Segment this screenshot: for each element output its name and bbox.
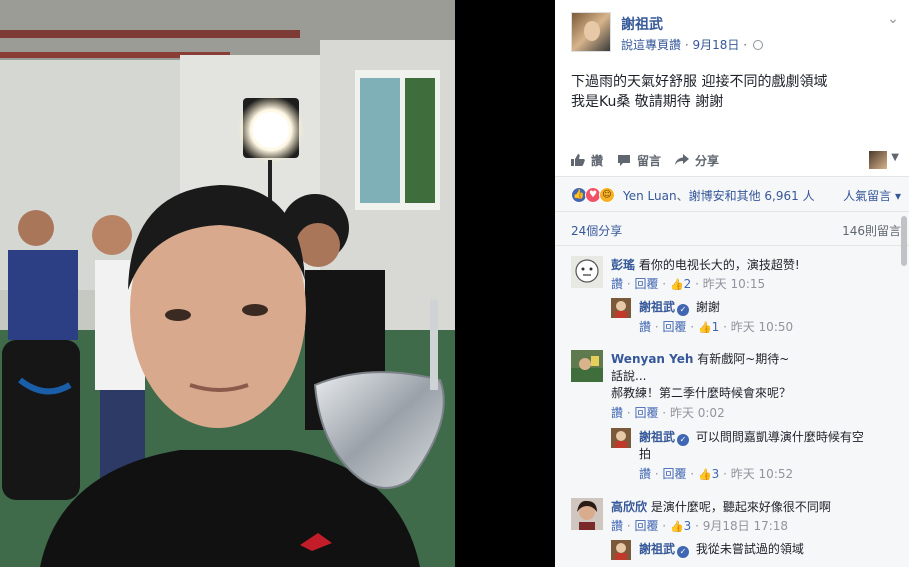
comments-list: 彭瑤 看你的电视长大的，演技超赞! 讚 · 回覆 · 👍2 · 昨天 10:15… [555, 246, 909, 567]
reply-author-name[interactable]: 謝祖武 [639, 300, 675, 314]
reply-text-line: 拍 [639, 447, 652, 461]
comments-scrollbar[interactable] [901, 216, 907, 266]
comment-text: 有新戲阿~期待~ [697, 352, 790, 366]
reply-actions: 讚 · 回覆 · 👍1 · 昨天 10:50 [639, 320, 794, 334]
comment-count[interactable]: 146則留言 [842, 222, 901, 239]
counts-bar: 24個分享 146則留言 [555, 212, 909, 246]
commenter-avatar[interactable] [571, 256, 603, 288]
comment-item: 彭瑤 看你的电视长大的，演技超赞! 讚 · 回覆 · 👍2 · 昨天 10:15… [571, 256, 901, 336]
thumbs-up-icon: 👍 [697, 321, 712, 334]
reaction-icons[interactable]: 👍 ♥ ☺ [571, 187, 615, 203]
reply-text: 謝謝 [695, 300, 720, 314]
like-button[interactable]: 讚 [571, 152, 603, 169]
commenter-avatar[interactable] [571, 498, 603, 530]
reply-like-count[interactable]: 3 [712, 467, 720, 481]
thumbs-up-icon: 👍 [669, 520, 684, 533]
haha-reaction-icon: ☺ [599, 187, 615, 203]
page-name[interactable]: 謝祖武 [621, 14, 663, 34]
comment-time[interactable]: 昨天 0:02 [670, 406, 725, 420]
post-sidebar: 謝祖武 說這專頁讚 · 9月18日 · ⌄ 下過雨的天氣好舒服 迎接不同的戲劇領… [555, 0, 909, 567]
post-header: 謝祖武 說這專頁讚 · 9月18日 · ⌄ [571, 12, 901, 52]
globe-icon [752, 40, 763, 50]
caret-down-icon: ▾ [894, 189, 901, 203]
comment-like-link[interactable]: 讚 [611, 277, 623, 291]
comment-actions: 讚 · 回覆 · 👍2 · 昨天 10:15 [611, 277, 766, 291]
commenter-name[interactable]: Wenyan Yeh [611, 352, 693, 366]
reply-time[interactable]: 昨天 10:52 [731, 467, 793, 481]
reply-text: 可以問問嘉凱導演什麼時候有空 [695, 430, 864, 444]
comment-sort-dropdown[interactable]: 人氣留言 ▾ [843, 187, 901, 204]
selfie-image [0, 0, 455, 567]
post-text: 下過雨的天氣好舒服 迎接不同的戲劇領域 我是Ku桑 敬請期待 謝謝 [571, 74, 828, 110]
share-count[interactable]: 24個分享 [571, 222, 622, 239]
post-date[interactable]: 9月18日 [692, 38, 739, 52]
reply-time[interactable]: 昨天 10:50 [731, 320, 793, 334]
comment-actions: 讚 · 回覆 · 昨天 0:02 [611, 406, 725, 420]
comment-text-line: 郝教練！第二季什麼時候會來呢？ [611, 386, 792, 400]
reply-text: 我從未嘗試過的領域 [695, 542, 804, 556]
comment-like-link[interactable]: 讚 [611, 519, 623, 533]
comment-actions: 讚 · 回覆 · 👍3 · 9月18日 17:18 [611, 519, 789, 533]
comment-reply-link[interactable]: 回覆 [634, 406, 658, 420]
reply-reply-link[interactable]: 回覆 [662, 467, 686, 481]
reply-author-name[interactable]: 謝祖武 [639, 430, 675, 444]
post-photo[interactable] [0, 0, 455, 567]
reply-author-name[interactable]: 謝祖武 [639, 542, 675, 556]
reaction-names[interactable]: Yen Luan、謝博安和其他 6,961 人 [623, 187, 815, 204]
caret-down-icon[interactable]: ▼ [891, 152, 899, 163]
comment-time[interactable]: 9月18日 17:18 [703, 519, 788, 533]
chevron-down-icon[interactable]: ⌄ [885, 12, 901, 28]
comment-item: Wenyan Yeh 有新戲阿~期待~ 話說... 郝教練！第二季什麼時候會來呢… [571, 350, 901, 490]
share-button[interactable]: 分享 [675, 152, 719, 169]
comment-reply-link[interactable]: 回覆 [634, 519, 658, 533]
thumbs-up-icon [571, 154, 585, 166]
share-arrow-icon [675, 154, 690, 165]
verified-icon: ✓ [677, 304, 690, 316]
photo-letterbox [455, 0, 555, 567]
reply-like-count[interactable]: 1 [712, 320, 720, 334]
comment-bubble-icon [618, 155, 631, 166]
page-avatar[interactable] [571, 12, 611, 52]
reply-avatar[interactable] [611, 540, 631, 560]
commenter-avatar[interactable] [571, 350, 603, 382]
reply-avatar[interactable] [611, 298, 631, 318]
comment-item: 高欣欣 是演什麼呢，聽起來好像很不同啊 讚 · 回覆 · 👍3 · 9月18日 … [571, 498, 901, 567]
reply-like-link[interactable]: 讚 [639, 467, 651, 481]
thumbs-up-icon: 👍 [697, 468, 712, 481]
commenter-name[interactable]: 高欣欣 [611, 500, 647, 514]
comment-text: 看你的电视长大的，演技超赞! [638, 258, 800, 272]
reply-like-link[interactable]: 讚 [639, 320, 651, 334]
thumbs-up-icon: 👍 [669, 278, 684, 291]
comment-like-count[interactable]: 2 [684, 277, 692, 291]
comment-text-line: 話說... [611, 369, 647, 383]
comment-button[interactable]: 留言 [617, 152, 661, 169]
reply-avatar[interactable] [611, 428, 631, 448]
comment-text: 是演什麼呢，聽起來好像很不同啊 [650, 500, 831, 514]
comment-reply-link[interactable]: 回覆 [634, 277, 658, 291]
verified-icon: ✓ [677, 434, 690, 446]
commenter-name[interactable]: 彭瑤 [611, 258, 635, 272]
verified-icon: ✓ [677, 546, 690, 558]
comment-time[interactable]: 昨天 10:15 [703, 277, 765, 291]
comment-like-count[interactable]: 3 [684, 519, 692, 533]
like-page-link[interactable]: 說這專頁讚 [621, 38, 681, 52]
reply-reply-link[interactable]: 回覆 [662, 320, 686, 334]
share-as-avatar[interactable] [869, 151, 887, 169]
reactions-summary: 👍 ♥ ☺ Yen Luan、謝博安和其他 6,961 人 人氣留言 ▾ [555, 176, 909, 212]
post-action-bar: 讚 留言 分享 ▼ [571, 148, 901, 172]
reply-actions: 讚 · 回覆 · 👍3 · 昨天 10:52 [639, 467, 794, 481]
comment-like-link[interactable]: 讚 [611, 406, 623, 420]
post-meta: 說這專頁讚 · 9月18日 · [621, 36, 763, 53]
